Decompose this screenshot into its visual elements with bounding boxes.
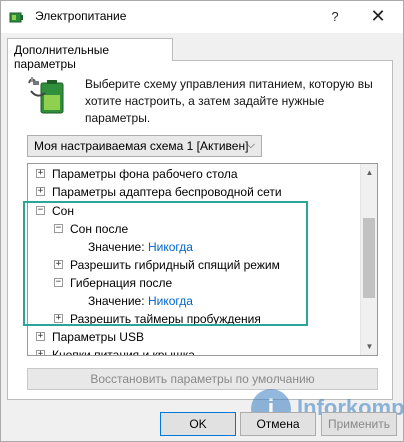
intro-text: Выберите схему управления питанием, кото… (85, 77, 373, 125)
collapse-icon[interactable]: − (54, 278, 63, 287)
scroll-up-icon[interactable]: ▲ (361, 164, 377, 181)
power-scheme-value: Моя настраиваемая схема 1 [Активен] (34, 139, 249, 153)
power-options-icon (9, 12, 23, 23)
tab-advanced-settings[interactable]: Дополнительные параметры (7, 38, 173, 71)
tree-item-label: Параметры адаптера беспроводной сети (52, 185, 282, 199)
battery-plug-icon (28, 77, 64, 114)
expand-icon[interactable]: + (36, 169, 45, 178)
title-bar: Электропитание ? ✕ (1, 1, 403, 33)
power-options-window: Электропитание ? ✕ Дополнительные параме… (0, 0, 404, 442)
tree-scrollbar[interactable]: ▲ ▼ (360, 164, 377, 355)
expand-icon[interactable]: + (54, 260, 63, 269)
tree-item-label: Сон (52, 204, 74, 218)
hibernate-after-value-link[interactable]: Никогда (148, 292, 193, 310)
help-button[interactable]: ? (323, 5, 347, 29)
expand-icon[interactable]: + (54, 314, 63, 323)
sleep-after-value-link[interactable]: Никогда (148, 238, 193, 256)
close-button[interactable]: ✕ (359, 5, 397, 29)
collapse-icon[interactable]: − (54, 224, 63, 233)
tree-item-label: Сон после (70, 222, 129, 236)
tree-item-label: Параметры фона рабочего стола (52, 167, 238, 181)
expand-icon[interactable]: + (36, 187, 45, 196)
value-label: Значение: (88, 240, 145, 254)
tree-item-label: Разрешить гибридный спящий режим (70, 258, 280, 272)
scroll-thumb[interactable] (363, 218, 375, 298)
power-scheme-select[interactable]: Моя настраиваемая схема 1 [Активен] ⌵ (27, 135, 262, 157)
value-label: Значение: (88, 294, 145, 308)
apply-button[interactable]: Применить (321, 412, 397, 436)
tree-item-label: Разрешить таймеры пробуждения (70, 312, 261, 326)
window-title: Электропитание (35, 9, 127, 23)
settings-tree[interactable]: + Параметры фона рабочего стола + Параме… (27, 163, 378, 356)
ok-button[interactable]: OK (160, 412, 236, 436)
cancel-button[interactable]: Отмена (240, 412, 316, 436)
collapse-icon[interactable]: − (36, 206, 45, 215)
expand-icon[interactable]: + (36, 332, 45, 341)
chevron-down-icon: ⌵ (246, 139, 255, 151)
tree-item-label: Параметры USB (52, 330, 144, 344)
scroll-down-icon[interactable]: ▼ (361, 338, 377, 355)
tree-item-label: Гибернация после (70, 276, 173, 290)
tree-item-label: Кнопки питания и крышка (52, 348, 195, 356)
expand-icon[interactable]: + (36, 350, 45, 355)
